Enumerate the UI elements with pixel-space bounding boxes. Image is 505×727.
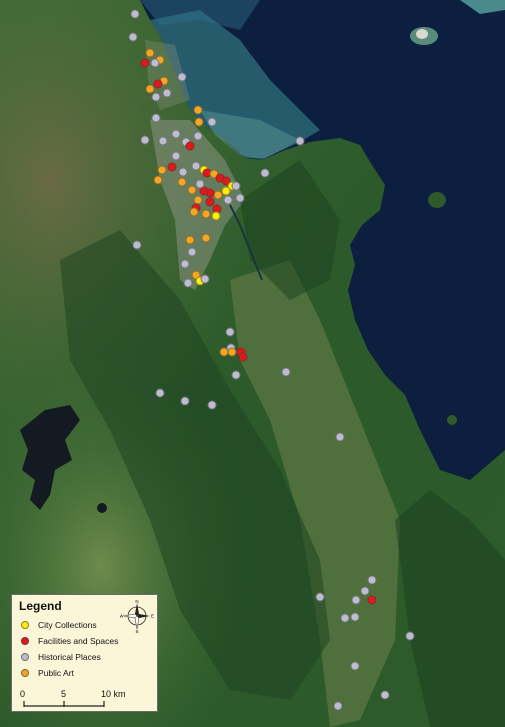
scale-bar [23,701,105,707]
scale-label-5: 5 [61,689,67,699]
scale-label-0: 0 [20,689,26,699]
map-view[interactable]: Legend City Collections Facilities and S… [0,0,505,727]
scale-label-10-km: 10 km [101,689,126,699]
